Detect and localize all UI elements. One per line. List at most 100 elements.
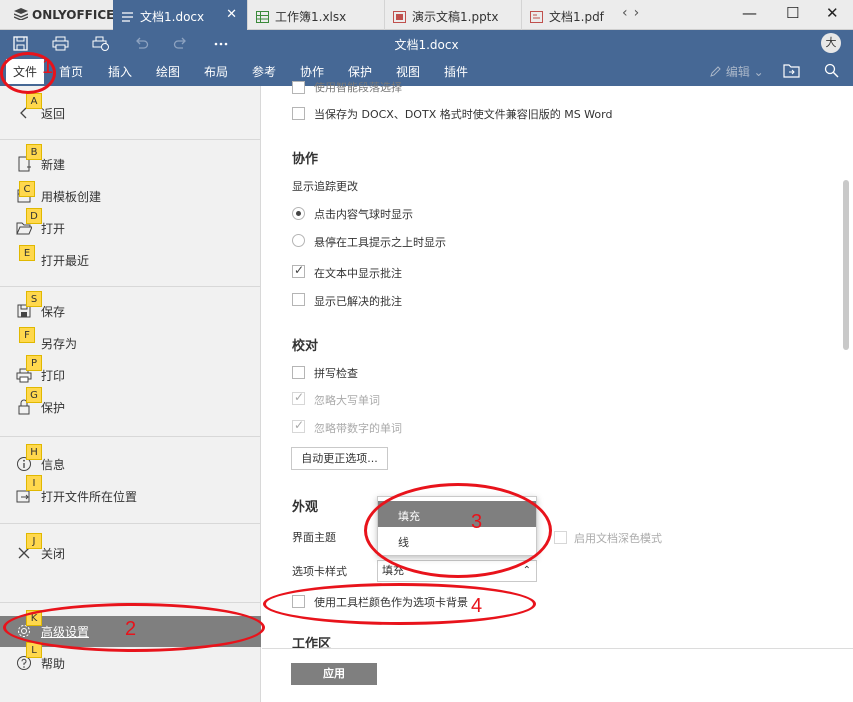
tab-pdf[interactable]: 文档1.pdf [522,0,620,30]
avatar[interactable]: 大 [821,33,841,53]
section-title-appearance: 外观 [292,500,319,515]
apply-button[interactable]: 应用 [291,663,377,685]
pdf-icon [530,11,543,23]
pencil-icon [710,66,721,77]
menu-view[interactable]: 视图 [396,63,420,80]
spreadsheet-icon [256,11,269,23]
menu-draw[interactable]: 绘图 [156,63,180,80]
tab-document[interactable]: 文档1.docx ✕ [113,0,248,30]
separator [0,523,261,524]
document-icon [122,12,133,22]
menu-item-close-label: 关闭 [41,547,66,561]
keytip-open: D [26,208,42,224]
separator [0,436,261,437]
separator [0,286,261,287]
keytip-print: P [26,355,42,371]
tab-prev-icon[interactable]: ‹ [622,5,628,21]
tab-close-icon[interactable]: ✕ [226,7,237,22]
minimize-icon[interactable]: — [742,4,757,22]
keytip-protect: G [26,387,42,403]
annotation-number-2: 2 [125,618,137,640]
menu-collaboration[interactable]: 协作 [300,63,324,80]
app-brand[interactable]: ONLYOFFICE [14,8,114,22]
menu-item-protect-label: 保护 [41,401,66,415]
ignore-numbers-checkbox[interactable] [292,418,305,433]
keytip-template: C [19,181,35,197]
keytip-new: B [26,144,42,160]
tab-pdf-label: 文档1.pdf [549,10,604,24]
search-icon[interactable] [824,63,839,81]
keytip-back: A [26,93,42,109]
menu-item-save-label: 保存 [41,305,66,319]
show-resolved-label: 显示已解决的批注 [314,295,402,308]
menu-item-save-as-label: 另存为 [41,337,78,351]
smart-paragraph-checkbox[interactable] [292,81,305,94]
ignore-uppercase-label: 忽略大写单词 [314,394,380,407]
track-changes-title: 显示追踪更改 [292,180,358,193]
dark-mode-checkbox[interactable] [554,531,567,544]
tab-next-icon[interactable]: › [634,5,640,21]
menu-references[interactable]: 参考 [252,63,276,80]
tab-style-label: 选项卡样式 [292,565,347,578]
show-resolved-checkbox[interactable] [292,293,305,306]
maximize-icon[interactable]: ☐ [786,4,799,22]
menu-item-print-label: 打印 [41,369,66,383]
menu-item-open-location-label: 打开文件所在位置 [41,490,138,504]
keytip-info: H [26,444,42,460]
menu-item-new-label: 新建 [41,158,66,172]
window-close-icon[interactable]: ✕ [826,4,839,22]
show-comments-label: 在文本中显示批注 [314,267,402,280]
ms-word-compat-label: 当保存为 DOCX、DOTX 格式时使文件兼容旧版的 MS Word [314,108,613,121]
menu-layout[interactable]: 布局 [204,63,228,80]
presentation-icon [393,11,406,23]
interface-theme-label: 界面主题 [292,531,336,544]
tab-spreadsheet-label: 工作簿1.xlsx [275,10,347,24]
ms-word-compat-checkbox[interactable] [292,107,305,120]
title-tab-bar: ONLYOFFICE 文档1.docx ✕ 工作簿1.xlsx 演示文稿1.pp… [0,0,853,30]
tab-nav: ‹ › [622,5,645,21]
onlyoffice-logo-icon [14,8,28,20]
spell-check-checkbox[interactable] [292,366,305,379]
autocorrect-options-button[interactable]: 自动更正选项... [291,447,388,470]
keytip-recent: E [19,245,35,261]
tab-presentation[interactable]: 演示文稿1.pptx [385,0,522,30]
edit-mode-label: 编辑 [725,65,750,79]
spell-check-label: 拼写检查 [314,367,358,380]
keytip-save: S [26,291,42,307]
annotation-number-3: 3 [471,511,483,533]
keytip-open-location: I [26,475,42,491]
ignore-numbers-label: 忽略带数字的单词 [314,422,402,435]
menu-item-help-label: 帮助 [41,657,66,671]
menu-item-template-label: 用模板创建 [41,190,102,204]
track-show-on-click-radio[interactable] [292,207,305,220]
settings-scrollbar[interactable] [843,180,849,350]
menu-insert[interactable]: 插入 [108,63,132,80]
keytip-close: J [26,533,42,549]
tab-presentation-label: 演示文稿1.pptx [412,10,499,24]
keytip-save-as: F [19,327,35,343]
track-show-on-hover-radio[interactable] [292,234,305,247]
ignore-uppercase-checkbox[interactable] [292,390,305,405]
document-title: 文档1.docx [394,38,459,52]
annotation-number-4: 4 [471,595,483,617]
section-title-proofing: 校对 [292,339,319,354]
menu-item-open-label: 打开 [41,222,66,236]
menu-plugins[interactable]: 插件 [444,63,468,80]
apply-bar: 应用 [262,648,853,702]
edit-mode-button[interactable]: 编辑 ⌄ [710,63,764,80]
menu-item-recent-label: 打开最近 [41,254,90,268]
track-show-on-click-label: 点击内容气球时显示 [314,208,413,221]
open-location-header-icon[interactable] [783,63,800,81]
tab-spreadsheet[interactable]: 工作簿1.xlsx [248,0,385,30]
menu-protection[interactable]: 保护 [348,63,372,80]
annotation-number-1: 1 [42,56,54,78]
brand-label: ONLYOFFICE [32,8,115,22]
track-show-on-hover-label: 悬停在工具提示之上时显示 [314,236,446,249]
smart-paragraph-label: 使用智能段落选择 [314,81,402,94]
section-title-collab: 协作 [292,152,319,167]
annotation-ellipse-toolbar-color [263,583,536,625]
menu-home[interactable]: 首页 [59,63,83,80]
separator [0,139,261,140]
show-comments-checkbox[interactable] [292,263,305,278]
editor-header: 文档1.docx 大 文件 首页 插入 绘图 布局 参考 协作 保护 视图 插件… [0,30,853,86]
